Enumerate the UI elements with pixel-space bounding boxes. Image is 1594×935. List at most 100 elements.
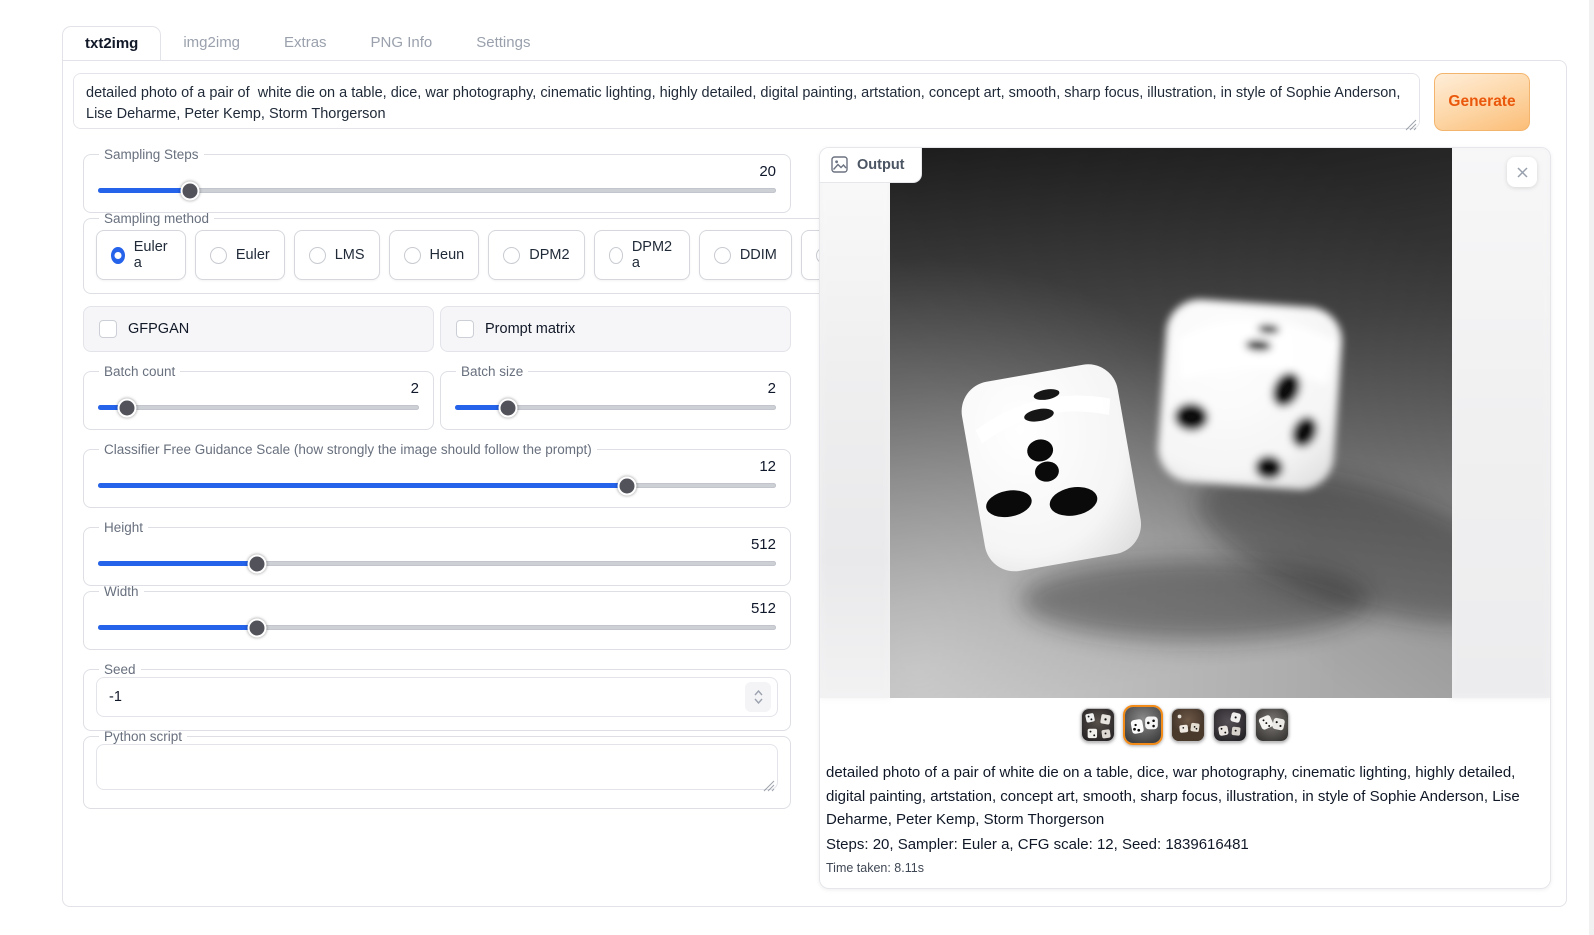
sampling-steps-value: 20 bbox=[96, 163, 776, 180]
output-chip: Output bbox=[820, 148, 922, 183]
gallery-thumbnails bbox=[820, 698, 1550, 750]
spinner-up-icon[interactable] bbox=[754, 690, 763, 696]
radio-icon bbox=[503, 247, 520, 264]
radio-icon bbox=[714, 247, 731, 264]
generated-image bbox=[890, 148, 1452, 698]
prompt-matrix-label: Prompt matrix bbox=[485, 321, 575, 337]
seed-field: Seed -1 bbox=[83, 662, 791, 731]
prompt-matrix-checkbox[interactable] bbox=[456, 320, 474, 338]
tab-extras[interactable]: Extras bbox=[262, 26, 349, 59]
spinner-down-icon[interactable] bbox=[754, 698, 763, 704]
txt2img-panel: detailed photo of a pair of white die on… bbox=[62, 60, 1567, 907]
output-caption-block: detailed photo of a pair of white die on… bbox=[820, 750, 1550, 888]
batch-size-slider[interactable] bbox=[455, 405, 776, 410]
batch-count-slider[interactable] bbox=[98, 405, 419, 410]
radio-icon bbox=[404, 247, 421, 264]
radio-icon bbox=[609, 247, 623, 264]
width-slider[interactable] bbox=[98, 625, 776, 630]
scrollbar-track[interactable] bbox=[1589, 0, 1594, 935]
settings-column: Sampling Steps 20 Sampling method Euler … bbox=[83, 147, 791, 889]
radio-euler[interactable]: Euler bbox=[195, 230, 285, 280]
python-script-input[interactable] bbox=[96, 744, 778, 790]
radio-label: DDIM bbox=[740, 247, 777, 263]
sampling-steps-slider[interactable] bbox=[98, 188, 776, 193]
output-panel: Output bbox=[819, 147, 1551, 889]
seed-input[interactable]: -1 bbox=[96, 677, 778, 717]
tab-txt2img[interactable]: txt2img bbox=[62, 26, 161, 60]
output-label: Output bbox=[857, 157, 905, 173]
slider-thumb[interactable] bbox=[617, 476, 636, 495]
radio-icon bbox=[210, 247, 227, 264]
gfpgan-option[interactable]: GFPGAN bbox=[83, 306, 434, 352]
radio-dpm2[interactable]: DPM2 bbox=[488, 230, 584, 280]
radio-dpm2-a[interactable]: DPM2 a bbox=[594, 230, 690, 280]
thumbnail-1[interactable] bbox=[1081, 708, 1115, 742]
close-icon bbox=[1516, 166, 1529, 179]
batch-size-field: Batch size 2 bbox=[440, 364, 791, 430]
slider-thumb[interactable] bbox=[117, 398, 136, 417]
sampling-method-field: Sampling method Euler a Euler LMS bbox=[83, 211, 909, 294]
radio-euler-a[interactable]: Euler a bbox=[96, 230, 186, 280]
batch-size-label: Batch size bbox=[456, 364, 528, 379]
thumbnail-3[interactable] bbox=[1171, 708, 1205, 742]
seed-script-group: Seed -1 Python script bbox=[83, 662, 791, 809]
slider-fill bbox=[98, 625, 257, 630]
cfg-field: Classifier Free Guidance Scale (how stro… bbox=[83, 442, 791, 508]
height-field: Height 512 bbox=[83, 520, 791, 586]
sampling-method-options: Euler a Euler LMS Heun bbox=[96, 226, 896, 280]
slider-thumb[interactable] bbox=[181, 181, 200, 200]
slider-thumb[interactable] bbox=[498, 398, 517, 417]
radio-label: DPM2 a bbox=[632, 239, 675, 271]
gallery-blur-right bbox=[1450, 148, 1550, 698]
image-icon bbox=[831, 156, 848, 173]
cfg-slider[interactable] bbox=[98, 483, 776, 488]
slider-thumb[interactable] bbox=[248, 554, 267, 573]
prompt-input[interactable]: detailed photo of a pair of white die on… bbox=[73, 73, 1420, 129]
height-slider[interactable] bbox=[98, 561, 776, 566]
gallery-blur-left bbox=[820, 148, 890, 698]
batch-size-value: 2 bbox=[453, 380, 776, 397]
gallery-image-area: Output bbox=[820, 148, 1550, 698]
tab-png-info[interactable]: PNG Info bbox=[349, 26, 455, 59]
sampling-group: Sampling Steps 20 Sampling method Euler … bbox=[83, 147, 791, 294]
prompt-matrix-option[interactable]: Prompt matrix bbox=[440, 306, 791, 352]
prompt-row: detailed photo of a pair of white die on… bbox=[73, 73, 1530, 134]
generate-button[interactable]: Generate bbox=[1434, 73, 1530, 131]
tab-settings[interactable]: Settings bbox=[454, 26, 552, 59]
radio-label: Heun bbox=[430, 247, 465, 263]
width-field: Width 512 bbox=[83, 584, 791, 650]
tab-bar: txt2img img2img Extras PNG Info Settings bbox=[62, 26, 552, 59]
thumbnail-4[interactable] bbox=[1213, 708, 1247, 742]
python-script-label: Python script bbox=[99, 729, 187, 744]
height-label: Height bbox=[99, 520, 148, 535]
dimensions-group: Height 512 Width 512 bbox=[83, 520, 791, 650]
tab-img2img[interactable]: img2img bbox=[161, 26, 262, 59]
cfg-label: Classifier Free Guidance Scale (how stro… bbox=[99, 442, 597, 457]
radio-heun[interactable]: Heun bbox=[389, 230, 480, 280]
slider-fill bbox=[98, 188, 190, 193]
sampling-method-label: Sampling method bbox=[99, 211, 214, 226]
thumbnail-5[interactable] bbox=[1255, 708, 1289, 742]
radio-ddim[interactable]: DDIM bbox=[699, 230, 792, 280]
slider-fill bbox=[98, 561, 257, 566]
resize-handle-icon[interactable] bbox=[1405, 119, 1417, 131]
radio-label: Euler bbox=[236, 247, 270, 263]
width-value: 512 bbox=[96, 600, 776, 617]
close-output-button[interactable] bbox=[1507, 157, 1537, 187]
batch-count-value: 2 bbox=[96, 380, 419, 397]
thumbnail-2-selected[interactable] bbox=[1123, 705, 1163, 745]
slider-fill bbox=[98, 483, 627, 488]
output-time-taken: Time taken: 8.11s bbox=[826, 861, 1542, 875]
sampling-steps-field: Sampling Steps 20 bbox=[83, 147, 791, 213]
checkbox-row: GFPGAN Prompt matrix bbox=[83, 306, 791, 352]
seed-stepper[interactable] bbox=[745, 682, 771, 712]
radio-icon bbox=[309, 247, 326, 264]
gfpgan-checkbox[interactable] bbox=[99, 320, 117, 338]
sampling-steps-label: Sampling Steps bbox=[99, 147, 204, 162]
radio-lms[interactable]: LMS bbox=[294, 230, 380, 280]
slider-thumb[interactable] bbox=[248, 618, 267, 637]
batch-row: Batch count 2 Batch size 2 bbox=[83, 364, 791, 430]
python-script-field: Python script bbox=[83, 729, 791, 809]
radio-label: LMS bbox=[335, 247, 365, 263]
resize-handle-icon[interactable] bbox=[763, 780, 775, 792]
